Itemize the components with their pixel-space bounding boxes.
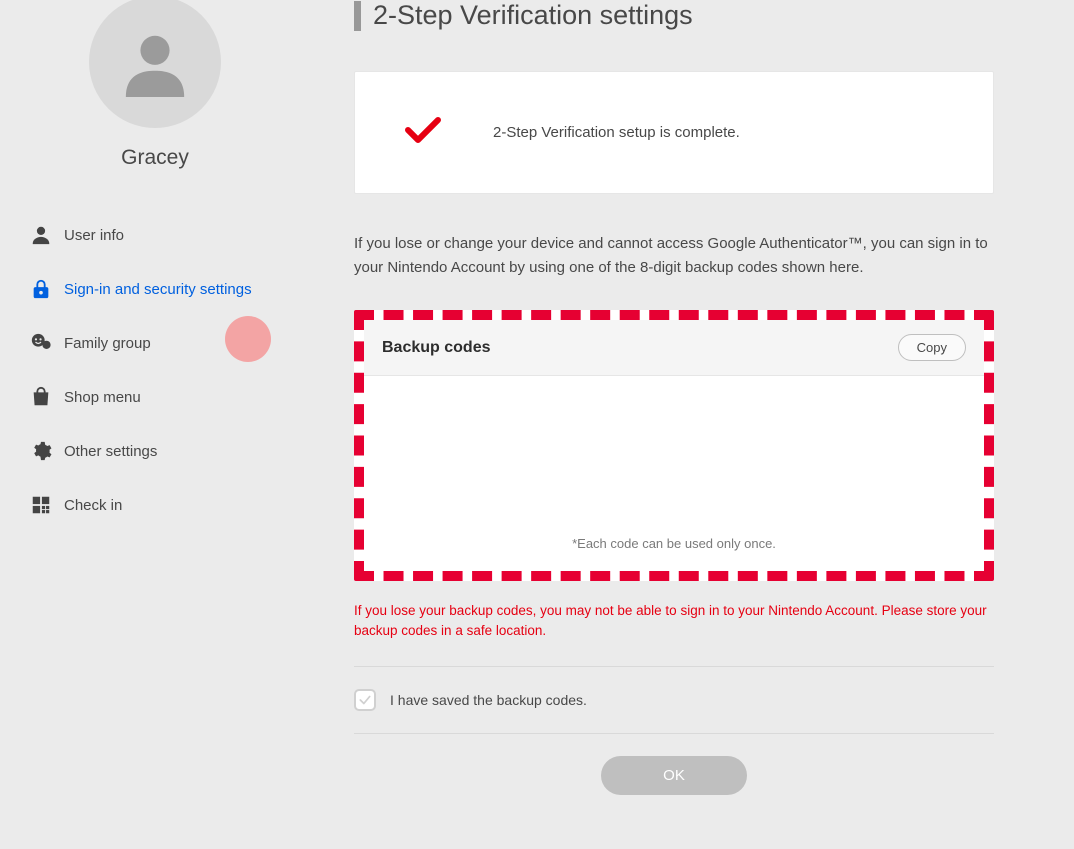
sidebar-nav: User info Sign-in and security settings … xyxy=(30,208,280,532)
status-text: 2-Step Verification setup is complete. xyxy=(493,124,740,141)
backup-body: *Each code can be used only once. xyxy=(364,376,984,571)
description-text: If you lose or change your device and ca… xyxy=(354,232,994,280)
qr-icon xyxy=(30,494,52,516)
saved-codes-checkbox[interactable] xyxy=(354,689,376,711)
sidebar-item-shop[interactable]: Shop menu xyxy=(30,370,280,424)
sidebar-item-security[interactable]: Sign-in and security settings xyxy=(30,262,280,316)
backup-title: Backup codes xyxy=(382,339,490,357)
sidebar-item-other[interactable]: Other settings xyxy=(30,424,280,478)
title-accent-bar xyxy=(354,1,361,31)
checkbox-label: I have saved the backup codes. xyxy=(390,692,587,708)
sidebar-item-label: Check in xyxy=(64,497,122,514)
sidebar-item-label: Family group xyxy=(64,335,151,352)
backup-header: Backup codes Copy xyxy=(364,320,984,376)
ok-button[interactable]: OK xyxy=(601,756,747,795)
status-card: 2-Step Verification setup is complete. xyxy=(354,71,994,194)
copy-button[interactable]: Copy xyxy=(898,334,966,361)
sidebar-item-checkin[interactable]: Check in xyxy=(30,478,280,532)
lock-icon xyxy=(30,278,52,300)
sidebar-item-label: Shop menu xyxy=(64,389,141,406)
check-icon xyxy=(405,116,441,149)
page-title-wrap: 2-Step Verification settings xyxy=(354,0,994,31)
username: Gracey xyxy=(121,146,189,170)
backup-codes-section: Backup codes Copy *Each code can be used… xyxy=(354,310,994,581)
sidebar-item-label: Sign-in and security settings xyxy=(64,281,252,298)
main-content: 2-Step Verification settings 2-Step Veri… xyxy=(310,0,1074,795)
annotation-dot xyxy=(225,316,271,362)
gear-icon xyxy=(30,440,52,462)
ok-button-wrap: OK xyxy=(354,734,994,795)
sidebar-item-user-info[interactable]: User info xyxy=(30,208,280,262)
avatar xyxy=(89,0,221,128)
sidebar: Gracey User info Sign-in and security se… xyxy=(0,0,310,795)
profile: Gracey xyxy=(30,0,280,170)
family-icon xyxy=(30,332,52,354)
checkbox-row: I have saved the backup codes. xyxy=(354,667,994,733)
page-title: 2-Step Verification settings xyxy=(373,0,693,31)
warning-text: If you lose your backup codes, you may n… xyxy=(354,601,994,642)
sidebar-item-label: User info xyxy=(64,227,124,244)
bag-icon xyxy=(30,386,52,408)
backup-note: *Each code can be used only once. xyxy=(384,536,964,551)
user-icon xyxy=(30,224,52,246)
sidebar-item-label: Other settings xyxy=(64,443,157,460)
